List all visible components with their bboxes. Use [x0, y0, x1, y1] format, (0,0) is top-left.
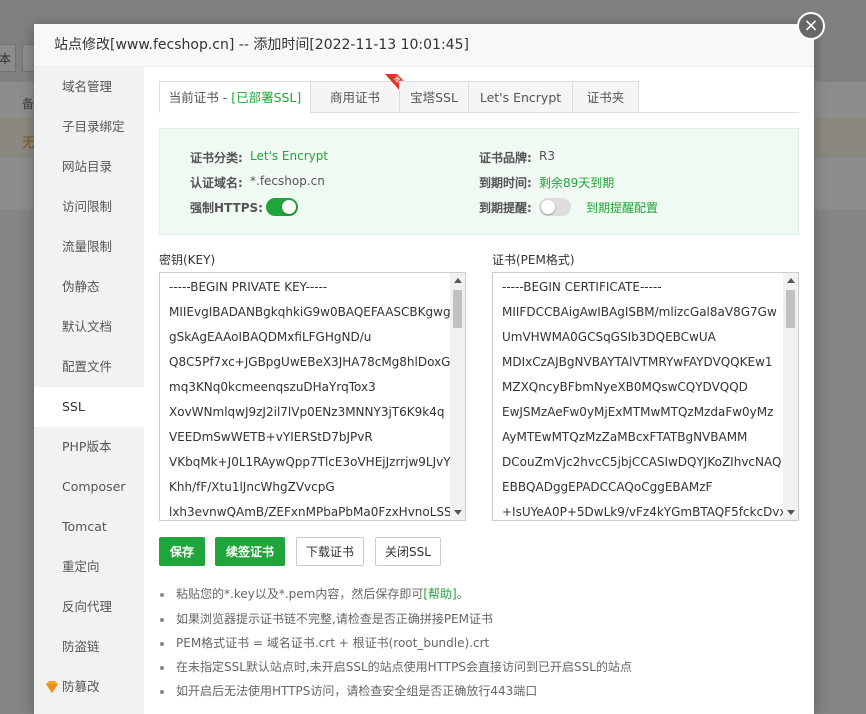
tip-item: 如果浏览器提示证书链不完整,请检查是否正确拼接PEM证书	[160, 610, 493, 627]
bullet-icon	[160, 617, 164, 622]
diamond-icon	[46, 681, 58, 693]
sidebar-item-site-dir[interactable]: 网站目录	[34, 147, 144, 187]
bullet-icon	[160, 665, 164, 670]
scroll-down-icon[interactable]	[787, 510, 795, 515]
cert-domain-value: *.fecshop.cn	[250, 174, 325, 188]
toggle-knob	[541, 200, 555, 214]
sidebar-item-access-limit[interactable]: 访问限制	[34, 187, 144, 227]
cert-brand-label: 证书品牌:	[479, 151, 532, 165]
sidebar-item-redirect[interactable]: 重定向	[34, 547, 144, 587]
key-line: MIIEvgIBADANBgkqhkiG9w0BAQEFAASCBKgwg	[169, 305, 451, 319]
cert-label: 证书(PEM格式)	[492, 253, 575, 267]
scroll-down-icon[interactable]	[454, 510, 462, 515]
scroll-up-icon[interactable]	[454, 278, 462, 283]
ssl-status: [已部署SSL]	[231, 90, 302, 105]
tab-current-cert[interactable]: 当前证书 - [已部署SSL]	[159, 81, 311, 113]
close-ssl-button[interactable]: 关闭SSL	[375, 537, 441, 566]
cert-line: +IsUYeA0P+5DwLk9/vFz4kYGmBTAQF5fckcDvx	[502, 505, 787, 519]
expire-label: 到期时间:	[479, 176, 532, 190]
sidebar-item-tamper-proof[interactable]: 防篡改	[34, 667, 144, 707]
sidebar-item-reverse-proxy[interactable]: 反向代理	[34, 587, 144, 627]
tab-cert-folder[interactable]: 证书夹	[572, 81, 639, 113]
tip-item: 在未指定SSL默认站点时,未开启SSL的站点使用HTTPS会直接访问到已开启SS…	[160, 658, 632, 675]
cert-line: EBBQADggEPADCCAQoCggEBAMzF	[502, 480, 713, 494]
cert-category-value: Let's Encrypt	[250, 149, 329, 163]
tab-label: 商用证书	[329, 90, 380, 105]
save-button[interactable]: 保存	[159, 537, 205, 566]
key-line: Khh/fF/Xtu1lJncWhgZVvcpG	[169, 480, 335, 494]
key-line: lxh3evnwQAmB/ZEFxnMPbaPbMa0FzxHvnoLSS	[169, 505, 452, 519]
sidebar-item-hotlink[interactable]: 防盗链	[34, 627, 144, 667]
sidebar-item-domain[interactable]: 域名管理	[34, 67, 144, 107]
force-https-label: 强制HTTPS:	[190, 201, 263, 215]
cert-line: MDIxCzAJBgNVBAYTAlVTMRYwFAYDVQQKEw1	[502, 355, 773, 369]
tip-text: PEM格式证书 = 域名证书.crt + 根证书(root_bundle).cr…	[176, 636, 490, 650]
cert-line: -----BEGIN CERTIFICATE-----	[502, 280, 662, 294]
key-line: VKbqMk+J0L1RAywQpp7TlcE3oVHEjJzrrjw9LJvY	[169, 455, 451, 469]
tip-item: PEM格式证书 = 域名证书.crt + 根证书(root_bundle).cr…	[160, 634, 489, 651]
close-icon[interactable]: ×	[797, 12, 825, 40]
bullet-icon	[160, 641, 164, 646]
tab-label: 当前证书 -	[168, 90, 232, 105]
key-line: mq3KNq0kcmeenqszuDHaYrqTox3	[169, 380, 376, 394]
sidebar-item-default-doc[interactable]: 默认文档	[34, 307, 144, 347]
toggle-knob	[282, 200, 296, 214]
key-line: VEEDmSwWETB+vYIERStD7bJPvR	[169, 430, 373, 444]
key-line: gSkAgEAAoIBAQDMxfiLFGHgND/u	[169, 330, 372, 344]
scroll-thumb[interactable]	[453, 290, 462, 328]
tip-text: 如果浏览器提示证书链不完整,请检查是否正确拼接PEM证书	[176, 612, 493, 626]
force-https-toggle[interactable]	[266, 198, 298, 216]
tip-text: 在未指定SSL默认站点时,未开启SSL的站点使用HTTPS会直接访问到已开启SS…	[176, 660, 632, 674]
sidebar-item-rewrite[interactable]: 伪静态	[34, 267, 144, 307]
key-line: XovWNmlqwJ9zJ2il7lVp0ENz3MNNY3jT6K9k4q	[169, 405, 445, 419]
scroll-up-icon[interactable]	[787, 278, 795, 283]
sidebar-item-tomcat[interactable]: Tomcat	[34, 507, 144, 547]
cert-domain-label: 认证域名:	[190, 176, 243, 190]
renew-cert-button[interactable]: 续签证书	[215, 537, 285, 566]
sidebar-item-subdir[interactable]: 子目录绑定	[34, 107, 144, 147]
tip-tail: 。	[456, 587, 469, 601]
key-line: -----BEGIN PRIVATE KEY-----	[169, 280, 328, 294]
modal-title: 站点修改[www.fecshop.cn] -- 添加时间[2022-11-13 …	[34, 24, 814, 67]
cert-line: EwJSMzAeFw0yMjExMTMwMTQzMzdaFw0yMz	[502, 405, 774, 419]
sidebar-item-ssl[interactable]: SSL	[34, 387, 144, 427]
cert-scrollbar[interactable]	[783, 273, 798, 520]
tab-baota-ssl[interactable]: 宝塔SSL	[399, 81, 469, 113]
tip-item: 粘贴您的*.key以及*.pem内容，然后保存即可[帮助]。	[160, 585, 469, 602]
cert-line: MZXQncyBFbmNyeXB0MQswCQYDVQQD	[502, 380, 748, 394]
key-label: 密钥(KEY)	[159, 253, 216, 267]
tip-item: 如开启后无法使用HTTPS访问，请检查安全组是否正确放行443端口	[160, 682, 537, 699]
remind-toggle[interactable]	[539, 198, 571, 216]
scroll-thumb[interactable]	[786, 290, 795, 328]
tab-letsencrypt[interactable]: Let's Encrypt	[468, 81, 573, 113]
cert-line: DCouZmVjc2hvcC5jbjCCASIwDQYJKoZIhvcNAQ	[502, 455, 782, 469]
cert-textarea[interactable]: -----BEGIN CERTIFICATE----- MIIFDCCBAigA…	[492, 272, 799, 521]
key-line: Q8C5Pf7xc+JGBpgUwEBeX3JHA78cMg8hlDoxG	[169, 355, 451, 369]
sidebar-item-php[interactable]: PHP版本	[34, 427, 144, 467]
cert-line: AyMTEwMTQzMzZaMBcxFTATBgNVBAMM	[502, 430, 748, 444]
download-cert-button[interactable]: 下载证书	[296, 537, 364, 566]
bullet-icon	[160, 592, 164, 597]
cert-line: UmVHWMA0GCSqGSIb3DQEBCwUA	[502, 330, 716, 344]
key-scrollbar[interactable]	[450, 273, 465, 520]
bullet-icon	[160, 689, 164, 694]
tab-commercial[interactable]: 商用证书 推荐	[310, 74, 409, 113]
sidebar: 域名管理 子目录绑定 网站目录 访问限制 流量限制 伪静态 默认文档 配置文件 …	[34, 67, 144, 714]
sidebar-item-config[interactable]: 配置文件	[34, 347, 144, 387]
tip-text: 如开启后无法使用HTTPS访问，请检查安全组是否正确放行443端口	[176, 684, 538, 698]
help-link[interactable]: [帮助]	[423, 587, 456, 601]
tip-text: 粘贴您的*.key以及*.pem内容，然后保存即可	[176, 587, 424, 601]
cert-category-label: 证书分类:	[190, 151, 243, 165]
cert-line: MIIFDCCBAigAwIBAgISBM/mlizcGal8aV8G7Gw	[502, 305, 777, 319]
sidebar-item-label: 防篡改	[62, 679, 100, 694]
sidebar-item-composer[interactable]: Composer	[34, 467, 144, 507]
sidebar-item-traffic-limit[interactable]: 流量限制	[34, 227, 144, 267]
remind-label: 到期提醒:	[479, 201, 532, 215]
key-textarea[interactable]: -----BEGIN PRIVATE KEY----- MIIEvgIBADAN…	[159, 272, 466, 521]
expire-value: 剩余89天到期	[539, 176, 615, 190]
cert-brand-value: R3	[539, 149, 555, 163]
remind-config-link[interactable]: 到期提醒配置	[586, 199, 658, 216]
